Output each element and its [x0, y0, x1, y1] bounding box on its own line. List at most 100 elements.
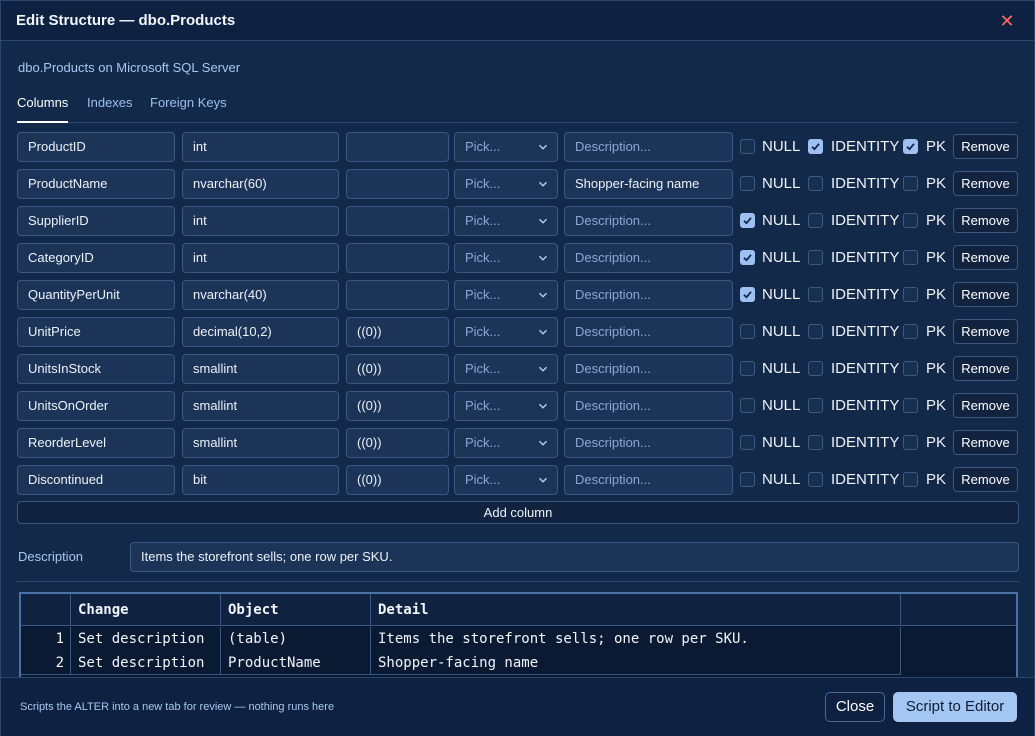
column-description-input[interactable]: Description...: [564, 391, 733, 421]
pick-dropdown[interactable]: Pick...: [454, 169, 558, 199]
remove-column-button[interactable]: Remove: [953, 208, 1018, 233]
remove-column-button[interactable]: Remove: [953, 282, 1018, 307]
table-row[interactable]: 2 Set description ProductName Shopper-fa…: [21, 651, 901, 675]
column-type-input[interactable]: int: [182, 206, 339, 236]
column-default-input[interactable]: ((0)): [346, 317, 449, 347]
pk-checkbox[interactable]: [903, 250, 918, 265]
add-column-button[interactable]: Add column: [17, 501, 1019, 524]
column-name-input[interactable]: UnitsOnOrder: [17, 391, 175, 421]
null-checkbox[interactable]: [740, 287, 755, 302]
column-name-input[interactable]: QuantityPerUnit: [17, 280, 175, 310]
column-description-input[interactable]: Description...: [564, 280, 733, 310]
column-type-input[interactable]: smallint: [182, 391, 339, 421]
null-checkbox[interactable]: [740, 398, 755, 413]
table-row[interactable]: 1 Set description (table) Items the stor…: [21, 627, 901, 651]
column-name-input[interactable]: Discontinued: [17, 465, 175, 495]
identity-checkbox[interactable]: [808, 398, 823, 413]
null-checkbox[interactable]: [740, 435, 755, 450]
identity-checkbox[interactable]: [808, 139, 823, 154]
remove-column-button[interactable]: Remove: [953, 245, 1018, 270]
pick-dropdown[interactable]: Pick...: [454, 391, 558, 421]
identity-checkbox[interactable]: [808, 435, 823, 450]
column-description-input[interactable]: Description...: [564, 354, 733, 384]
identity-checkbox[interactable]: [808, 324, 823, 339]
identity-checkbox[interactable]: [808, 176, 823, 191]
identity-checkbox[interactable]: [808, 213, 823, 228]
column-default-input[interactable]: ((0)): [346, 354, 449, 384]
tab-columns[interactable]: Columns: [17, 95, 69, 123]
remove-column-button[interactable]: Remove: [953, 134, 1018, 159]
column-default-input[interactable]: [346, 243, 449, 273]
identity-checkbox[interactable]: [808, 361, 823, 376]
column-name-input[interactable]: SupplierID: [17, 206, 175, 236]
column-default-input[interactable]: [346, 206, 449, 236]
pk-checkbox[interactable]: [903, 213, 918, 228]
column-default-input[interactable]: ((0)): [346, 391, 449, 421]
column-name-input[interactable]: ReorderLevel: [17, 428, 175, 458]
column-name-input[interactable]: ProductName: [17, 169, 175, 199]
pick-dropdown[interactable]: Pick...: [454, 317, 558, 347]
column-default-input[interactable]: ((0)): [346, 465, 449, 495]
pk-checkbox[interactable]: [903, 472, 918, 487]
column-description-input[interactable]: Description...: [564, 132, 733, 162]
pk-checkbox[interactable]: [903, 287, 918, 302]
column-description-input[interactable]: Description...: [564, 206, 733, 236]
pick-dropdown[interactable]: Pick...: [454, 354, 558, 384]
table-description-input[interactable]: Items the storefront sells; one row per …: [130, 542, 1019, 572]
column-description-input[interactable]: Description...: [564, 243, 733, 273]
column-description-input[interactable]: Description...: [564, 428, 733, 458]
pk-checkbox[interactable]: [903, 398, 918, 413]
close-icon[interactable]: ✕: [998, 10, 1016, 32]
null-checkbox[interactable]: [740, 472, 755, 487]
remove-column-button[interactable]: Remove: [953, 171, 1018, 196]
identity-checkbox[interactable]: [808, 250, 823, 265]
column-name-input[interactable]: CategoryID: [17, 243, 175, 273]
script-to-editor-button[interactable]: Script to Editor: [893, 692, 1017, 722]
column-type-input[interactable]: smallint: [182, 354, 339, 384]
pick-dropdown[interactable]: Pick...: [454, 132, 558, 162]
pk-checkbox[interactable]: [903, 139, 918, 154]
column-description-input[interactable]: Description...: [564, 317, 733, 347]
remove-column-button[interactable]: Remove: [953, 319, 1018, 344]
remove-column-button[interactable]: Remove: [953, 467, 1018, 492]
column-type-input[interactable]: int: [182, 132, 339, 162]
column-description-input[interactable]: Shopper-facing name: [564, 169, 733, 199]
remove-column-button[interactable]: Remove: [953, 393, 1018, 418]
pick-dropdown[interactable]: Pick...: [454, 465, 558, 495]
null-checkbox[interactable]: [740, 176, 755, 191]
column-type-input[interactable]: smallint: [182, 428, 339, 458]
column-name-input[interactable]: UnitPrice: [17, 317, 175, 347]
pk-checkbox[interactable]: [903, 361, 918, 376]
column-default-input[interactable]: [346, 169, 449, 199]
remove-column-button[interactable]: Remove: [953, 356, 1018, 381]
close-button[interactable]: Close: [825, 692, 885, 722]
tab-indexes[interactable]: Indexes: [87, 95, 133, 123]
column-type-input[interactable]: bit: [182, 465, 339, 495]
pk-checkbox[interactable]: [903, 324, 918, 339]
null-checkbox[interactable]: [740, 139, 755, 154]
column-type-input[interactable]: int: [182, 243, 339, 273]
column-default-input[interactable]: [346, 280, 449, 310]
null-checkbox[interactable]: [740, 250, 755, 265]
null-checkbox[interactable]: [740, 324, 755, 339]
pick-dropdown[interactable]: Pick...: [454, 428, 558, 458]
column-type-input[interactable]: nvarchar(40): [182, 280, 339, 310]
tab-foreign-keys[interactable]: Foreign Keys: [150, 95, 227, 123]
null-checkbox[interactable]: [740, 213, 755, 228]
column-type-input[interactable]: decimal(10,2): [182, 317, 339, 347]
remove-column-button[interactable]: Remove: [953, 430, 1018, 455]
column-type-input[interactable]: nvarchar(60): [182, 169, 339, 199]
identity-checkbox[interactable]: [808, 287, 823, 302]
identity-checkbox[interactable]: [808, 472, 823, 487]
column-name-input[interactable]: ProductID: [17, 132, 175, 162]
column-default-input[interactable]: [346, 132, 449, 162]
pick-dropdown[interactable]: Pick...: [454, 243, 558, 273]
null-checkbox[interactable]: [740, 361, 755, 376]
pick-dropdown[interactable]: Pick...: [454, 280, 558, 310]
pk-checkbox[interactable]: [903, 176, 918, 191]
column-default-input[interactable]: ((0)): [346, 428, 449, 458]
column-description-input[interactable]: Description...: [564, 465, 733, 495]
pick-dropdown[interactable]: Pick...: [454, 206, 558, 236]
pk-checkbox[interactable]: [903, 435, 918, 450]
column-name-input[interactable]: UnitsInStock: [17, 354, 175, 384]
